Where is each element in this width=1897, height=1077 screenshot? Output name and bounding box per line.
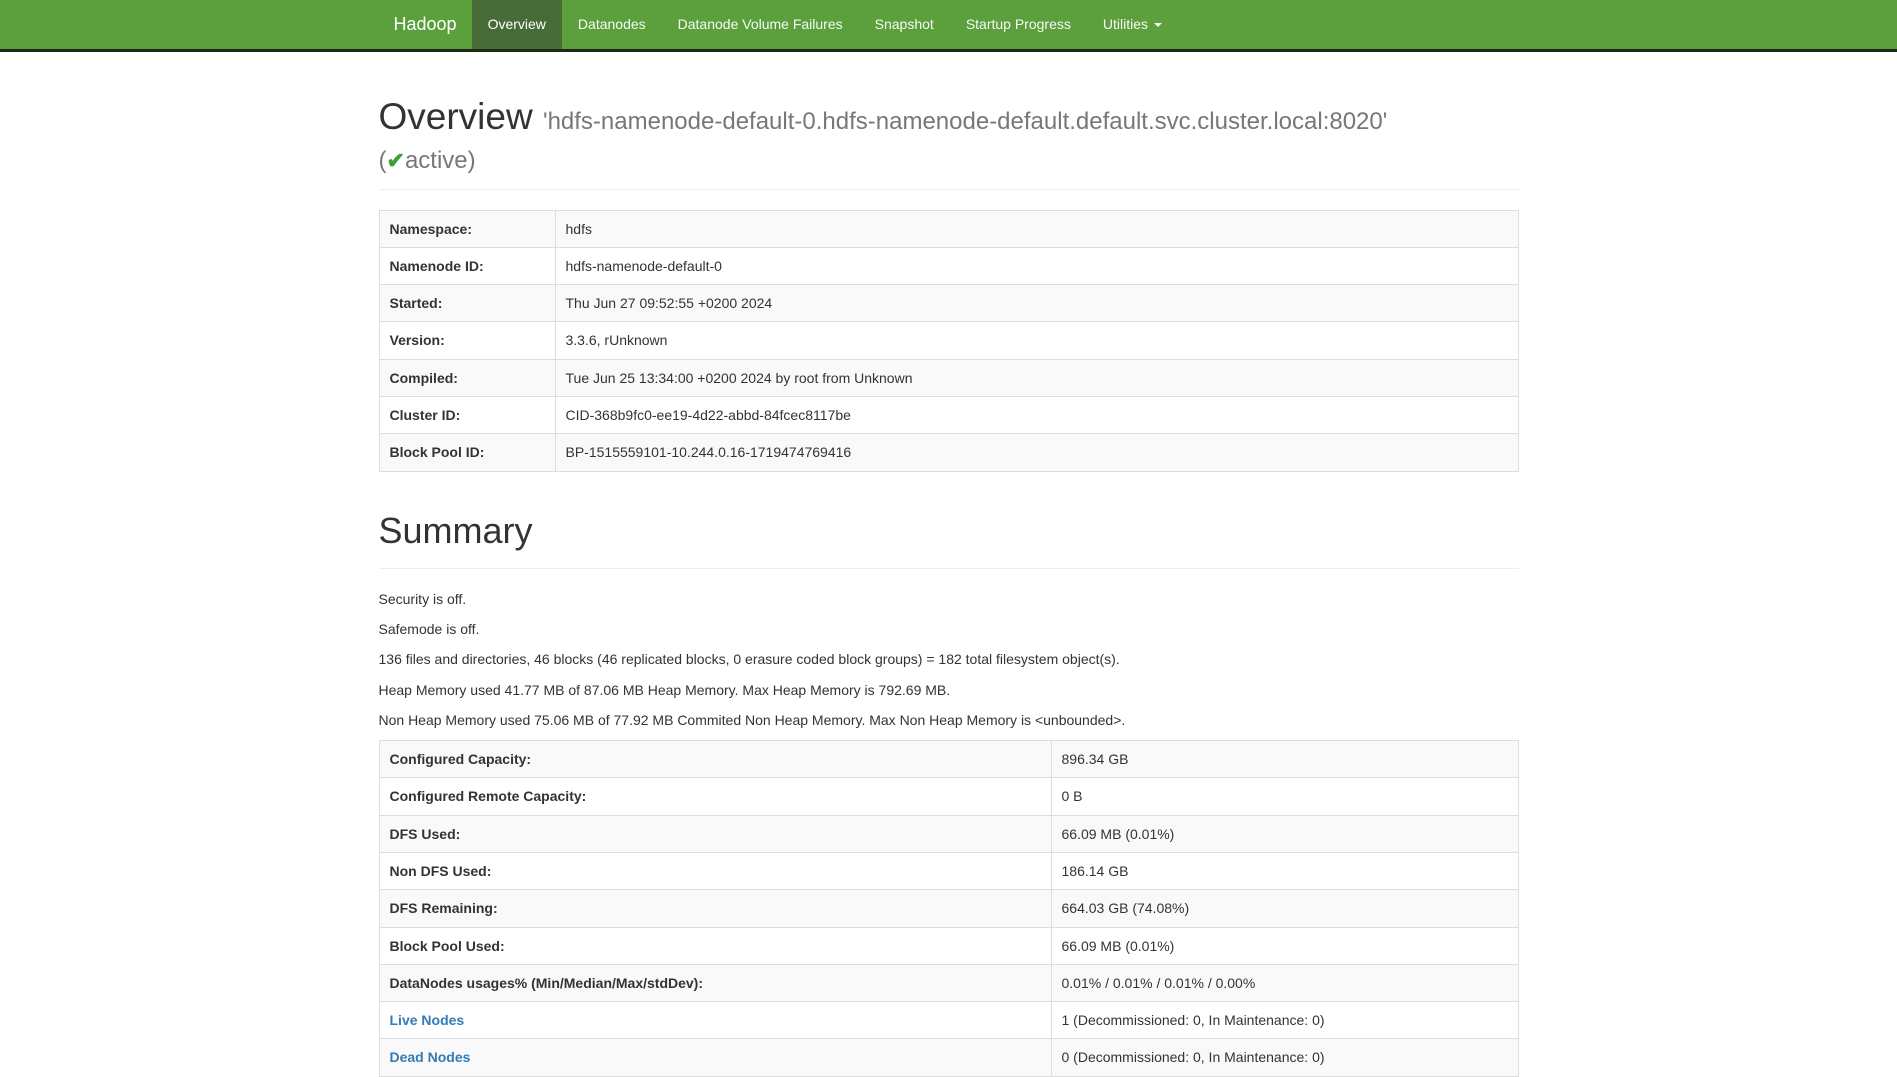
nav-item-overview[interactable]: Overview [472, 0, 562, 49]
row-label: DFS Remaining: [379, 890, 1051, 927]
status-text: active [405, 147, 468, 174]
row-value: 186.14 GB [1051, 853, 1518, 890]
nav-item-label: Datanodes [578, 15, 646, 34]
row-label: DataNodes usages% (Min/Median/Max/stdDev… [379, 964, 1051, 1001]
table-row: Started:Thu Jun 27 09:52:55 +0200 2024 [379, 285, 1518, 322]
nav-item-datanodes[interactable]: Datanodes [562, 0, 662, 49]
summary-paragraphs: Security is off. Safemode is off. 136 file… [379, 589, 1519, 730]
row-value: 896.34 GB [1051, 741, 1518, 778]
nav-item-label: Snapshot [875, 15, 934, 34]
row-value: hdfs-namenode-default-0 [555, 247, 1518, 284]
row-value: BP-1515559101-10.244.0.16-1719474769416 [555, 434, 1518, 471]
nav-item-startup-progress[interactable]: Startup Progress [950, 0, 1087, 49]
summary-paragraph: Heap Memory used 41.77 MB of 87.06 MB He… [379, 680, 1519, 700]
row-value: 66.09 MB (0.01%) [1051, 815, 1518, 852]
row-value: 0 (Decommissioned: 0, In Maintenance: 0) [1051, 1039, 1518, 1076]
row-label: Namenode ID: [379, 247, 555, 284]
row-value: 3.3.6, rUnknown [555, 322, 1518, 359]
navbar-container: Hadoop Overview Datanodes Datanode Volume … [379, 0, 1519, 49]
row-value: Thu Jun 27 09:52:55 +0200 2024 [555, 285, 1518, 322]
table-row: Block Pool Used:66.09 MB (0.01%) [379, 927, 1518, 964]
row-value: 1 (Decommissioned: 0, In Maintenance: 0) [1051, 1002, 1518, 1039]
table-row: DataNodes usages% (Min/Median/Max/stdDev… [379, 964, 1518, 1001]
row-label: Configured Capacity: [379, 741, 1051, 778]
table-row: Namespace:hdfs [379, 210, 1518, 247]
status-open-paren: ( [379, 147, 387, 174]
header-divider [379, 189, 1519, 190]
table-row: Block Pool ID:BP-1515559101-10.244.0.16-… [379, 434, 1518, 471]
live-nodes-link[interactable]: Live Nodes [390, 1012, 465, 1028]
row-label: Block Pool Used: [379, 927, 1051, 964]
table-row: Configured Capacity:896.34 GB [379, 741, 1518, 778]
nav-menu: Overview Datanodes Datanode Volume Failure… [472, 0, 1178, 49]
row-value: 664.03 GB (74.08%) [1051, 890, 1518, 927]
row-value: hdfs [555, 210, 1518, 247]
dead-nodes-link[interactable]: Dead Nodes [390, 1049, 471, 1065]
status-close-paren: ) [468, 147, 476, 174]
row-label: Started: [379, 285, 555, 322]
table-row: Cluster ID:CID-368b9fc0-ee19-4d22-abbd-8… [379, 397, 1518, 434]
row-value: 0.01% / 0.01% / 0.01% / 0.00% [1051, 964, 1518, 1001]
nav-item-label: Startup Progress [966, 15, 1071, 34]
check-icon: ✔ [387, 148, 405, 173]
row-label: Configured Remote Capacity: [379, 778, 1051, 815]
summary-paragraph: Non Heap Memory used 75.06 MB of 77.92 M… [379, 710, 1519, 730]
row-label: Dead Nodes [379, 1039, 1051, 1076]
page-title-line: Overview 'hdfs-namenode-default-0.hdfs-n… [379, 96, 1388, 137]
nav-item-datanode-volume-failures[interactable]: Datanode Volume Failures [662, 0, 859, 49]
table-row: DFS Remaining:664.03 GB (74.08%) [379, 890, 1518, 927]
row-label: Namespace: [379, 210, 555, 247]
row-label: Compiled: [379, 359, 555, 396]
chevron-down-icon [1154, 23, 1162, 27]
row-value: 0 B [1051, 778, 1518, 815]
row-value: Tue Jun 25 13:34:00 +0200 2024 by root f… [555, 359, 1518, 396]
table-row: Dead Nodes 0 (Decommissioned: 0, In Maint… [379, 1039, 1518, 1076]
nav-item-snapshot[interactable]: Snapshot [859, 0, 950, 49]
row-label: Cluster ID: [379, 397, 555, 434]
row-value: 66.09 MB (0.01%) [1051, 927, 1518, 964]
nav-item-label: Overview [488, 15, 546, 34]
table-row: Namenode ID:hdfs-namenode-default-0 [379, 247, 1518, 284]
table-row: Live Nodes 1 (Decommissioned: 0, In Maint… [379, 1002, 1518, 1039]
row-value: CID-368b9fc0-ee19-4d22-abbd-84fcec8117be [555, 397, 1518, 434]
namenode-status: (✔active) [379, 149, 1519, 173]
table-row: Version:3.3.6, rUnknown [379, 322, 1518, 359]
page-header: Overview 'hdfs-namenode-default-0.hdfs-n… [379, 96, 1519, 173]
table-row: DFS Used:66.09 MB (0.01%) [379, 815, 1518, 852]
nav-item-label: Datanode Volume Failures [678, 15, 843, 34]
row-label: Version: [379, 322, 555, 359]
top-navbar: Hadoop Overview Datanodes Datanode Volume … [0, 0, 1897, 52]
brand-link[interactable]: Hadoop [379, 0, 472, 49]
row-label: Block Pool ID: [379, 434, 555, 471]
row-label: Live Nodes [379, 1002, 1051, 1039]
summary-table: Configured Capacity:896.34 GBConfigured … [379, 740, 1519, 1077]
page-title: Overview [379, 96, 533, 137]
summary-divider [379, 568, 1519, 569]
summary-heading: Summary [379, 510, 1519, 552]
table-row: Non DFS Used:186.14 GB [379, 853, 1518, 890]
nav-item-label: Utilities [1103, 15, 1148, 34]
summary-paragraph: Security is off. [379, 589, 1519, 609]
table-row: Compiled:Tue Jun 25 13:34:00 +0200 2024 … [379, 359, 1518, 396]
summary-paragraph: Safemode is off. [379, 619, 1519, 639]
row-label: Non DFS Used: [379, 853, 1051, 890]
namenode-address: 'hdfs-namenode-default-0.hdfs-namenode-d… [543, 108, 1387, 135]
nav-item-utilities[interactable]: Utilities [1087, 0, 1178, 49]
cluster-info-table: Namespace:hdfsNamenode ID:hdfs-namenode-… [379, 210, 1519, 472]
row-label: DFS Used: [379, 815, 1051, 852]
summary-paragraph: 136 files and directories, 46 blocks (46… [379, 649, 1519, 669]
page-content: Overview 'hdfs-namenode-default-0.hdfs-n… [379, 96, 1519, 1077]
table-row: Configured Remote Capacity:0 B [379, 778, 1518, 815]
